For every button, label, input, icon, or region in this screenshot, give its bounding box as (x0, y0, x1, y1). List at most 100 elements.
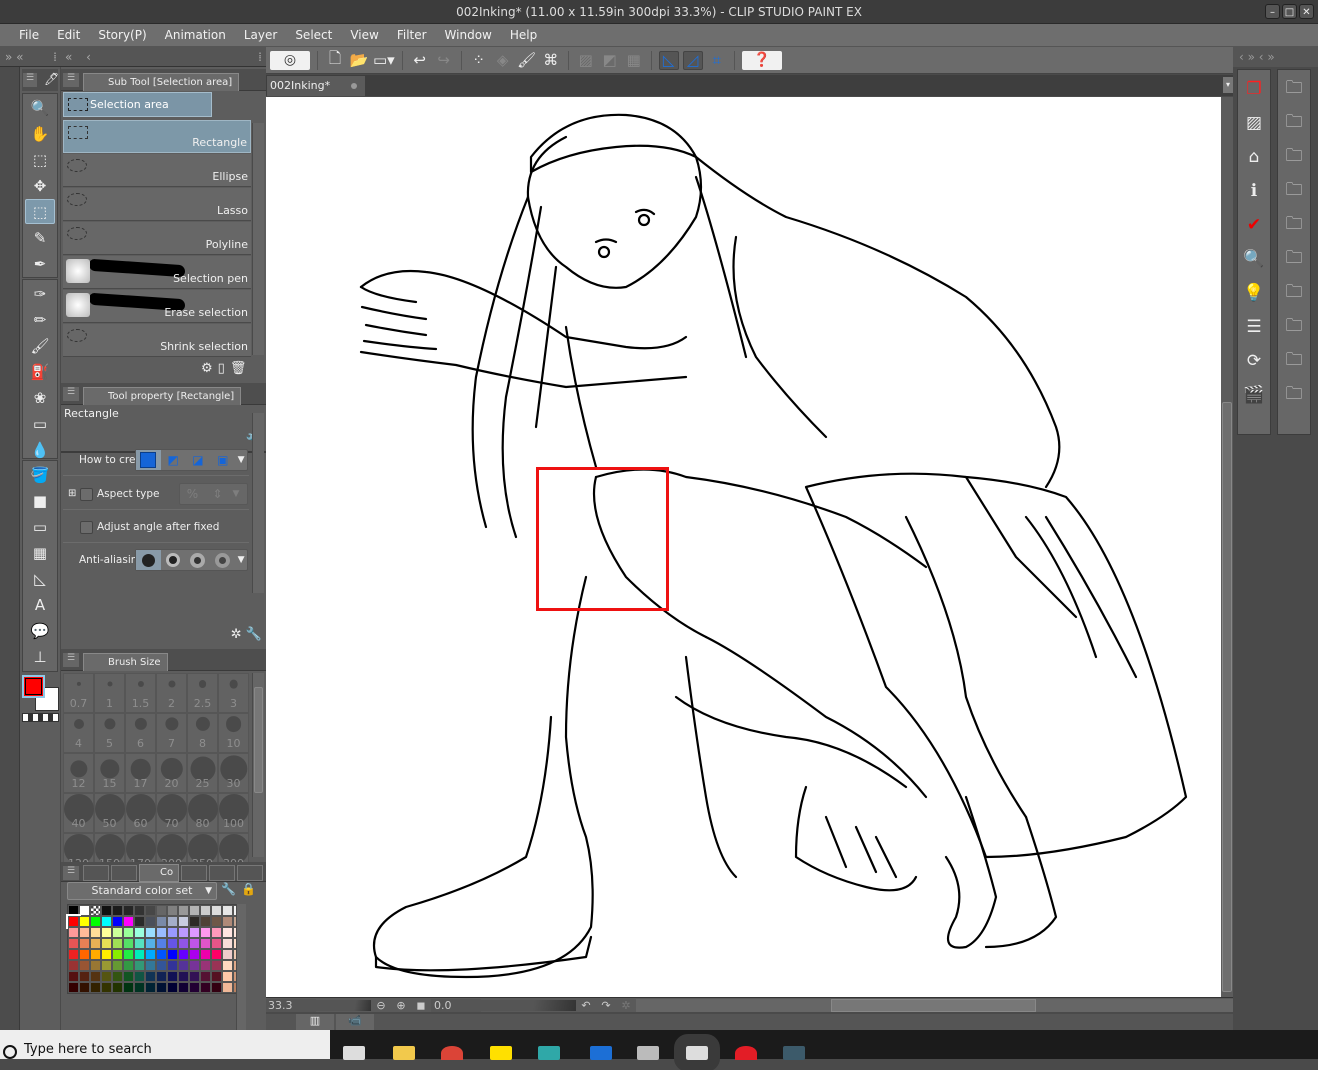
taskbar-app-sticky-notes[interactable] (490, 1046, 512, 1060)
color-swatch[interactable] (134, 960, 145, 971)
gradient-tool[interactable]: ■ (25, 488, 55, 513)
color-swatch[interactable] (222, 927, 233, 938)
color-swatch[interactable] (200, 916, 211, 927)
color-swatch[interactable] (68, 982, 79, 993)
figure-tool[interactable]: ▭ (25, 514, 55, 539)
operation-tool[interactable]: ⬚ (25, 147, 55, 172)
expand-dock-icon[interactable]: » (0, 50, 12, 64)
clip-studio-button[interactable]: ◎ (270, 50, 310, 70)
menu-edit[interactable]: Edit (48, 28, 89, 42)
color-swatch[interactable] (101, 927, 112, 938)
chevron-down-icon[interactable]: ▼ (235, 550, 247, 570)
color-swatch[interactable] (167, 960, 178, 971)
color-swatch[interactable] (134, 982, 145, 993)
invert-selection-button[interactable]: ◩ (600, 51, 620, 70)
taskbar-app-app-teal[interactable] (538, 1046, 560, 1060)
color-swatch[interactable] (156, 938, 167, 949)
brush-size-cell[interactable]: 2.5 (187, 673, 218, 713)
timeline-icon[interactable]: ▥ (296, 1014, 334, 1030)
zoom-tool[interactable]: 🔍 (25, 95, 55, 120)
color-swatch[interactable] (189, 971, 200, 982)
tool-palette-tab[interactable]: ☰ 🖊 (22, 69, 59, 91)
selection-area-tool[interactable]: ⬚ (25, 199, 55, 224)
color-swatch[interactable] (101, 960, 112, 971)
color-swatch[interactable] (211, 960, 222, 971)
new-subtool-icon[interactable]: ▯ (218, 361, 230, 376)
color-swatch[interactable] (79, 982, 90, 993)
undo-button[interactable]: ↩ (410, 51, 430, 70)
document-tab[interactable]: 002Inking* (267, 76, 365, 96)
color-swatch[interactable] (211, 938, 222, 949)
color-swatch[interactable] (211, 916, 222, 927)
color-swatch[interactable] (134, 916, 145, 927)
eraser-tool[interactable]: ▭ (25, 411, 55, 436)
reset-rotation-icon[interactable]: ✲ (616, 999, 636, 1012)
decoration-tool[interactable]: ❀ (25, 385, 55, 410)
color-swatch[interactable] (90, 949, 101, 960)
canvas-vertical-scrollbar[interactable] (1221, 97, 1233, 997)
color-swatch[interactable] (101, 905, 112, 916)
color-swatch[interactable] (123, 982, 134, 993)
color-swatch[interactable] (178, 971, 189, 982)
brush-size-cell[interactable]: 7 (156, 713, 187, 753)
color-swatch[interactable] (90, 982, 101, 993)
help-button[interactable]: ❓ (741, 50, 782, 70)
color-swatch[interactable] (79, 960, 90, 971)
maximize-button[interactable]: □ (1282, 4, 1297, 19)
color-swatch[interactable] (101, 971, 112, 982)
auto-action-icon[interactable]: 💡 (1239, 278, 1269, 308)
brush-tool[interactable]: 🖌 (25, 333, 55, 358)
color-swatch[interactable] (90, 927, 101, 938)
color-set-settings-icon[interactable]: 🔧 (221, 882, 236, 896)
color-swatch[interactable] (211, 971, 222, 982)
color-swatch[interactable] (167, 927, 178, 938)
menu-story[interactable]: Story(P) (89, 28, 155, 42)
color-swatch[interactable] (222, 905, 233, 916)
taskbar-app-file-explorer[interactable] (393, 1046, 415, 1060)
redo-button[interactable]: ↪ (434, 51, 454, 70)
text-tool[interactable]: A (25, 592, 55, 617)
color-swatch[interactable] (101, 949, 112, 960)
brush-size-cell[interactable]: 25 (187, 753, 218, 793)
color-swatch[interactable] (112, 960, 123, 971)
adjust-angle-checkbox[interactable] (80, 521, 93, 534)
pencil-tool[interactable]: ✏ (25, 307, 55, 332)
brush-size-cell[interactable]: 80 (187, 793, 218, 833)
menu-help[interactable]: Help (501, 28, 546, 42)
color-swatch[interactable] (200, 982, 211, 993)
auto-select-tool[interactable]: ✎ (25, 225, 55, 250)
save-button[interactable]: ▭▾ (373, 51, 395, 70)
open-button[interactable]: 📂 (349, 51, 369, 70)
close-tab-icon[interactable] (351, 83, 357, 89)
collapse-dock-icon[interactable]: « (61, 50, 72, 64)
material-landscape-icon[interactable]: 🗀 (1279, 244, 1309, 274)
color-swatch[interactable] (68, 938, 79, 949)
color-swatch[interactable] (79, 971, 90, 982)
taskbar-app-clip-studio[interactable] (637, 1046, 659, 1060)
snap-special-ruler-button[interactable]: ◿ (682, 50, 703, 70)
material-effect-icon[interactable]: 🗀 (1279, 380, 1309, 410)
color-swatch[interactable] (145, 927, 156, 938)
dock-grip-icon[interactable]: ⁞ (258, 47, 266, 67)
color-swatch[interactable] (189, 927, 200, 938)
new-selection-button[interactable] (136, 450, 161, 470)
material-folder-icon[interactable]: 🗀 (1279, 74, 1309, 104)
subtool-item[interactable]: Polyline (63, 222, 251, 255)
color-swatch[interactable] (101, 982, 112, 993)
anti-alias-strong-button[interactable] (210, 550, 235, 570)
subtool-tab[interactable]: Sub Tool [Selection area] (83, 73, 240, 91)
color-swatch[interactable] (101, 938, 112, 949)
subtract-selection-button[interactable]: ◪ (186, 450, 211, 470)
color-swatch[interactable] (123, 916, 134, 927)
color-swatch[interactable] (156, 960, 167, 971)
pen-tool[interactable]: ✑ (25, 281, 55, 306)
brush-size-cell[interactable]: 70 (156, 793, 187, 833)
brush-size-cell[interactable]: 15 (94, 753, 125, 793)
color-swatch[interactable] (68, 927, 79, 938)
brush-size-cell[interactable]: 30 (218, 753, 249, 793)
color-swatch[interactable] (156, 982, 167, 993)
transparent-color-swatch[interactable] (22, 713, 59, 722)
color-swatch[interactable] (112, 905, 123, 916)
color-swatch[interactable] (167, 938, 178, 949)
color-swatch[interactable] (112, 916, 123, 927)
